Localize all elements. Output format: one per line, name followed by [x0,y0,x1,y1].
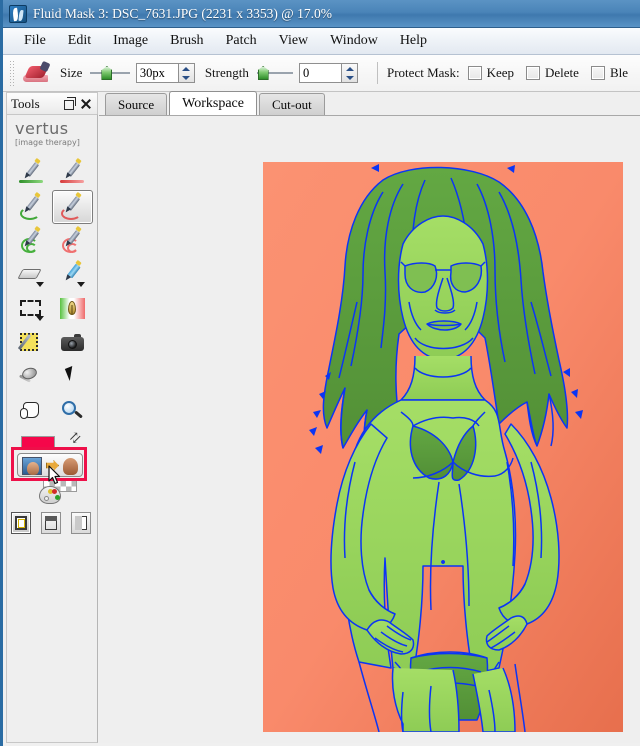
view-tabs: Source Workspace Cut-out [99,91,640,116]
swap-colors-icon[interactable] [70,434,83,447]
source-image-thumb-icon [22,457,42,475]
application-window: Fluid Mask 3: DSC_7631.JPG (2231 x 3353)… [0,0,640,746]
workspace-mask-canvas[interactable] [263,162,623,732]
tool-blend-brush-green[interactable] [11,190,52,224]
title-bar: Fluid Mask 3: DSC_7631.JPG (2231 x 3353)… [3,0,640,28]
tool-zoom[interactable] [52,394,93,428]
green-pen-icon [18,157,46,186]
red-brush-icon [59,191,87,220]
tab-workspace[interactable]: Workspace [169,91,257,115]
tool-object-brush-red[interactable] [52,224,93,258]
size-input[interactable] [135,63,178,83]
tools-panel-title: Tools [11,95,40,111]
red-pen-icon [59,157,87,186]
menu-item-file[interactable]: File [13,31,57,51]
gradient-nib-icon [59,296,87,322]
tool-exact-fill-pen-green[interactable] [11,156,52,190]
menu-item-view[interactable]: View [268,31,319,51]
marquee-icon [18,296,46,322]
shoe-brush-icon [22,60,51,84]
restore-icon[interactable] [63,96,77,111]
menu-bar: File Edit Image Brush Patch View Window … [3,28,640,55]
close-icon[interactable] [79,97,93,111]
tool-magic-wand[interactable] [11,326,52,360]
color-palette-icon[interactable] [39,486,61,504]
highlighter-icon [59,259,87,288]
protect-blend-label: Ble [609,65,628,80]
mask-overlay-graphic [263,162,623,732]
protect-delete-label: Delete [545,65,579,80]
tool-camera-snapshot[interactable] [52,326,93,360]
tool-highlighter[interactable] [52,258,93,292]
green-brush-icon [18,191,46,220]
protect-keep-label: Keep [486,65,515,80]
tool-grid [7,156,97,428]
strength-input[interactable] [299,63,341,83]
patch-magnifier-icon [18,364,46,390]
tab-cut-out[interactable]: Cut-out [258,93,325,115]
pointer-arrow-icon [59,364,87,390]
tool-blend-brush-red[interactable] [52,190,93,224]
protect-keep-option[interactable]: Keep [467,65,515,81]
strength-label: Strength [204,65,249,80]
size-label: Size [60,65,83,80]
protect-blend-option[interactable]: Ble [590,65,628,81]
tab-source[interactable]: Source [105,93,168,115]
zoom-magnifier-icon [59,398,87,424]
single-view-layout-button[interactable] [11,512,31,534]
tool-object-brush-green[interactable] [11,224,52,258]
menu-item-brush[interactable]: Brush [159,31,214,51]
green-spiral-brush-icon [18,225,46,254]
menu-item-image[interactable]: Image [102,31,159,51]
tool-eraser[interactable] [11,258,52,292]
size-stepper[interactable] [135,63,195,83]
tool-patch[interactable] [11,360,52,394]
tool-blend-pen[interactable] [52,292,93,326]
menu-item-edit[interactable]: Edit [57,31,102,51]
strength-slider[interactable] [256,64,293,82]
layout-buttons [11,511,91,535]
tools-panel-header: Tools [6,92,98,114]
tool-exact-fill-pen-red[interactable] [52,156,93,190]
options-toolbar: Size Strength Protect Mask: Keep Delete [3,55,640,92]
toolbar-separator [377,62,378,84]
tool-marquee-select[interactable] [11,292,52,326]
tools-panel: vertus [image therapy] [6,114,98,743]
protect-keep-checkbox[interactable] [467,66,482,80]
protect-delete-checkbox[interactable] [526,66,541,80]
protect-delete-option[interactable]: Delete [526,65,579,81]
tool-pointer[interactable] [52,360,93,394]
mouse-cursor-arrow [48,465,61,485]
red-spiral-brush-icon [59,225,87,254]
strength-stepper[interactable] [299,63,358,83]
cut-out-preview-toggle[interactable] [17,453,83,485]
tool-hand-pan[interactable] [11,394,52,428]
magic-wand-icon [17,330,46,356]
split-vertical-layout-button[interactable] [71,512,91,534]
canvas-viewport[interactable] [99,116,640,743]
vertus-logo: vertus [image therapy] [7,115,97,152]
fluidmask-app-icon [9,4,27,23]
vertus-tagline: [image therapy] [15,138,80,147]
protect-blend-checkbox[interactable] [590,66,605,80]
cut-out-preview-highlight [11,447,87,485]
split-horizontal-layout-button[interactable] [41,512,61,534]
vertus-wordmark: vertus [15,119,69,138]
camera-icon [59,330,87,356]
window-title: Fluid Mask 3: DSC_7631.JPG (2231 x 3353)… [33,5,332,21]
toolbar-drag-handle[interactable] [9,60,14,86]
cutout-result-thumb-icon [63,458,78,475]
menu-item-patch[interactable]: Patch [215,31,268,51]
protect-mask-label: Protect Mask: [387,65,460,80]
hand-icon [18,398,46,424]
eraser-icon [16,262,46,288]
menu-item-window[interactable]: Window [319,31,389,51]
menu-item-help[interactable]: Help [389,31,438,51]
size-slider[interactable] [90,64,130,82]
